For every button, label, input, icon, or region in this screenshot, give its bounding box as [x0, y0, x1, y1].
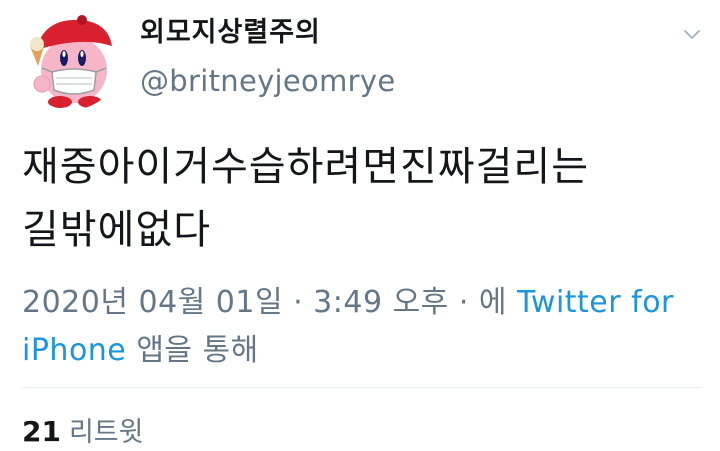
tweet-meta: 2020년 04월 01일 · 3:49 오후 · 에 Twitter for …: [22, 279, 702, 375]
source-suffix: 앱을 통해: [136, 333, 259, 368]
kirby-mask-avatar-icon: [22, 12, 120, 110]
retweet-count: 21: [22, 415, 61, 448]
retweet-stats[interactable]: 21 리트윗: [22, 410, 144, 449]
divider: [22, 387, 702, 388]
chevron-down-icon: [684, 30, 700, 39]
retweet-label: 리트윗: [68, 417, 144, 448]
tweet-menu-button[interactable]: [680, 22, 704, 46]
tweet-text: 재중아이거수습하려면진짜걸리는 길밖에없다: [22, 144, 589, 253]
user-handle[interactable]: @britneyjeomrye: [140, 64, 395, 98]
display-name[interactable]: 외모지상렬주의: [140, 10, 321, 49]
avatar[interactable]: [22, 12, 120, 110]
tweet-timestamp[interactable]: 2020년 04월 01일 · 3:49 오후 · 에: [22, 285, 507, 320]
